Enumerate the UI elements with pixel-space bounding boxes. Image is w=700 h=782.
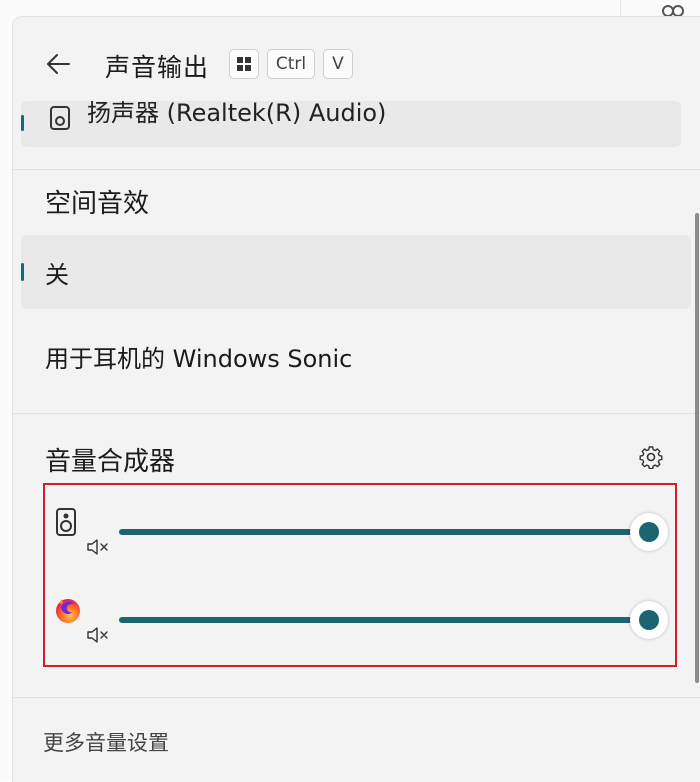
speaker-device-icon xyxy=(50,106,70,130)
spatial-option-windows-sonic[interactable]: 用于耳机的 Windows Sonic xyxy=(21,319,691,393)
volume-mixer-heading: 音量合成器 xyxy=(45,447,176,477)
back-arrow-icon xyxy=(47,54,70,74)
mute-toggle-icon[interactable] xyxy=(87,539,111,555)
spatial-option-label: 关 xyxy=(45,260,69,289)
selection-indicator xyxy=(21,263,24,281)
slider-thumb[interactable] xyxy=(630,601,668,639)
shortcut-key-ctrl: Ctrl xyxy=(267,49,315,79)
windows-logo-icon xyxy=(237,57,251,71)
spatial-sound-heading: 空间音效 xyxy=(45,189,150,219)
shortcut-key-v: V xyxy=(323,49,353,79)
output-device-item[interactable]: 扬声器 (Realtek(R) Audio) xyxy=(21,101,681,147)
output-device-label: 扬声器 (Realtek(R) Audio) xyxy=(87,101,387,127)
slider-fill xyxy=(119,617,649,623)
more-volume-settings-link[interactable]: 更多音量设置 xyxy=(43,727,169,757)
volume-slider[interactable] xyxy=(119,601,668,639)
slider-thumb[interactable] xyxy=(630,513,668,551)
speaker-icon xyxy=(56,508,76,536)
sound-output-flyout: 声音输出 Ctrl V 扬声器 (Realtek(R) Audio) 空间音效 … xyxy=(12,16,700,782)
spatial-option-off[interactable]: 关 xyxy=(21,235,691,309)
mute-toggle-icon[interactable] xyxy=(87,627,111,643)
volume-slider[interactable] xyxy=(119,513,668,551)
back-button[interactable] xyxy=(41,49,75,79)
spatial-option-label: 用于耳机的 Windows Sonic xyxy=(45,344,353,373)
slider-fill xyxy=(119,529,649,535)
scrollbar-thumb[interactable] xyxy=(695,213,699,683)
firefox-icon xyxy=(56,599,80,623)
section-divider xyxy=(13,169,700,170)
mixer-settings-gear-icon[interactable] xyxy=(639,445,663,469)
shortcut-key-windows xyxy=(229,49,259,79)
mixer-app-row-speaker xyxy=(45,485,675,565)
volume-mixer-highlight xyxy=(43,483,677,667)
flyout-header: 声音输出 Ctrl V xyxy=(13,17,700,101)
section-divider xyxy=(13,697,700,698)
background-divider xyxy=(620,0,621,16)
mixer-app-row-firefox xyxy=(45,573,675,653)
section-divider xyxy=(13,413,700,414)
page-title: 声音输出 xyxy=(105,53,210,82)
selection-indicator xyxy=(21,115,24,131)
